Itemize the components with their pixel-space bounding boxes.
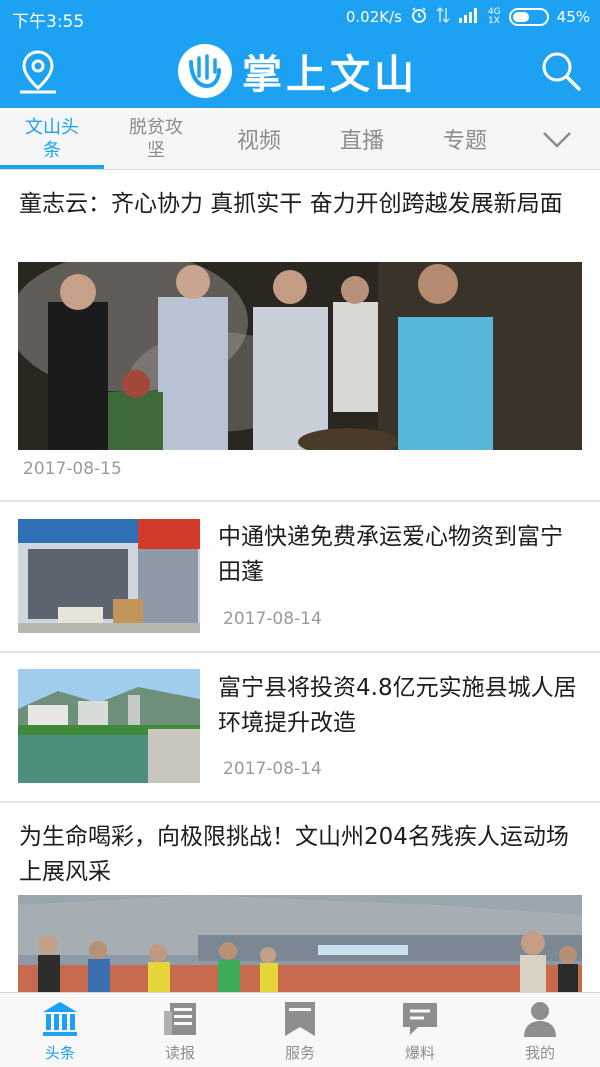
bank-icon	[40, 999, 80, 1039]
person-icon	[520, 999, 560, 1039]
tab-wenshan-headlines[interactable]: 文山头条	[0, 108, 104, 170]
alarm-icon	[410, 6, 428, 28]
news-title[interactable]: 中通快递免费承运爱心物资到富宁田蓬	[218, 520, 580, 590]
news-title[interactable]: 童志云：齐心协力 真抓实干 奋力开创跨越发展新局面	[19, 187, 580, 222]
tab-label: 直播	[339, 129, 384, 154]
tab-label: 视频	[236, 129, 281, 154]
tab-label: 文山头条	[25, 117, 79, 161]
newspaper-icon	[160, 999, 200, 1039]
tab-poverty-alleviation[interactable]: 脱贫攻坚	[104, 108, 208, 170]
news-date: 2017-08-14	[223, 759, 322, 779]
news-item[interactable]: 童志云：齐心协力 真抓实干 奋力开创跨越发展新局面 2017-08-15	[0, 170, 600, 502]
nav-label: 我的	[524, 1044, 555, 1062]
status-time: 下午3:55	[12, 12, 85, 32]
tab-label: 专题	[442, 129, 487, 154]
tab-special-topics[interactable]: 专题	[413, 108, 517, 170]
news-title[interactable]: 富宁县将投资4.8亿元实施县城人居环境提升改造	[218, 671, 580, 741]
nav-newspaper[interactable]: 读报	[120, 993, 240, 1067]
network-speed: 0.02K/s	[345, 8, 402, 26]
category-tab-bar: 文山头条 脱贫攻坚 视频 直播 专题	[0, 108, 600, 170]
data-arrows-icon	[436, 6, 450, 28]
news-date: 2017-08-14	[223, 609, 322, 629]
nav-label: 头条	[44, 1044, 75, 1062]
tab-live[interactable]: 直播	[310, 108, 414, 170]
chat-icon	[400, 999, 440, 1039]
network-type-bottom: 1X	[487, 16, 500, 26]
nav-label: 服务	[284, 1044, 315, 1062]
nav-profile[interactable]: 我的	[480, 993, 600, 1067]
active-tab-indicator	[0, 165, 104, 169]
bottom-navigation: 头条 读报 服务 爆料 我的	[0, 992, 600, 1067]
search-icon[interactable]	[538, 48, 584, 94]
status-right: 0.02K/s 4G 1X 45%	[346, 6, 590, 28]
tab-video[interactable]: 视频	[207, 108, 311, 170]
nav-headlines[interactable]: 头条	[0, 993, 120, 1067]
battery-percent: 45%	[556, 8, 590, 26]
news-thumbnail[interactable]	[18, 519, 200, 633]
app-header: 掌上文山	[0, 34, 600, 108]
news-thumbnail[interactable]	[18, 669, 200, 783]
news-photo[interactable]	[18, 262, 582, 450]
news-photo[interactable]	[18, 895, 582, 992]
location-pin-icon[interactable]	[14, 46, 62, 96]
news-item[interactable]: 为生命喝彩，向极限挑战！文山州204名残疾人运动场上展风采	[0, 803, 600, 992]
nav-label: 爆料	[404, 1044, 435, 1062]
news-feed[interactable]: 童志云：齐心协力 真抓实干 奋力开创跨越发展新局面 2017-08-15 中通快…	[0, 170, 600, 992]
tab-label: 脱贫攻坚	[129, 117, 183, 161]
wenshan-logo-icon	[178, 44, 232, 98]
app-title: 掌上文山	[242, 51, 418, 98]
nav-tipoff[interactable]: 爆料	[360, 993, 480, 1067]
nav-services[interactable]: 服务	[240, 993, 360, 1067]
brand: 掌上文山	[178, 43, 418, 99]
bookmark-icon	[280, 999, 320, 1039]
battery-icon	[508, 8, 549, 26]
news-item[interactable]: 富宁县将投资4.8亿元实施县城人居环境提升改造 2017-08-14	[0, 653, 600, 803]
news-title[interactable]: 为生命喝彩，向极限挑战！文山州204名残疾人运动场上展风采	[19, 820, 580, 890]
news-date: 2017-08-15	[23, 459, 122, 479]
nav-label: 读报	[164, 1044, 195, 1062]
network-type: 4G 1X	[488, 8, 501, 26]
status-bar: 下午3:55 0.02K/s 4G 1X 45%	[0, 0, 600, 34]
news-item[interactable]: 中通快递免费承运爱心物资到富宁田蓬 2017-08-14	[0, 502, 600, 653]
signal-icon	[458, 6, 480, 28]
chevron-down-icon[interactable]	[540, 122, 574, 156]
